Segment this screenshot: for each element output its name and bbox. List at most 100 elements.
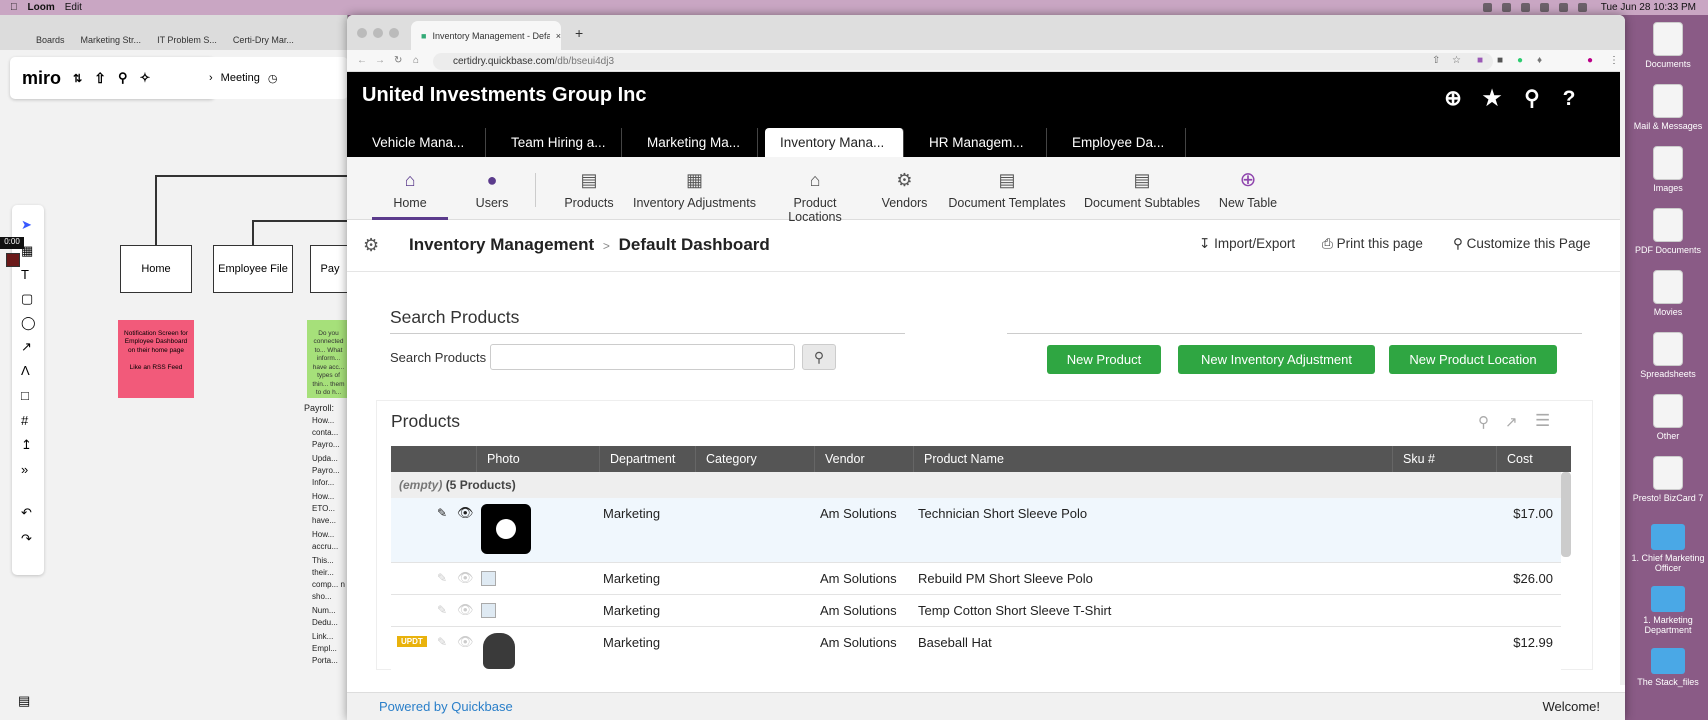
nav-users[interactable]: ● Users — [462, 157, 522, 220]
timer-icon[interactable]: ◷ — [268, 72, 278, 85]
nav-home[interactable]: ⌂ Home — [372, 157, 448, 220]
more-icon[interactable]: » — [21, 462, 28, 477]
edit-pencil-icon[interactable]: ✎ — [437, 635, 447, 649]
edit-pencil-icon[interactable]: ✎ — [437, 603, 447, 617]
nav-document-subtables[interactable]: ▤ Document Subtables — [1082, 157, 1202, 220]
desktop-icon-spreadsheets[interactable]: Spreadsheets — [1628, 332, 1708, 379]
column-header-photo[interactable]: Photo — [477, 446, 600, 472]
sidebar-toggle-icon[interactable]: ▤ — [18, 693, 30, 709]
url-bar[interactable]: certidry.quickbase.com/db/bseui4dj3 — [433, 53, 1493, 70]
miro-sticky-pink[interactable]: Notification Screen for Employee Dashboa… — [118, 320, 194, 398]
search-icon[interactable]: ⚲ — [118, 70, 128, 86]
menu-lines-icon[interactable]: ☰ — [1535, 411, 1550, 431]
desktop-icon-pdf[interactable]: PDF Documents — [1628, 208, 1708, 255]
miro-tab[interactable]: Certi-Dry Mar... — [225, 35, 302, 50]
redo-icon[interactable]: ↷ — [21, 531, 32, 547]
desktop-folder-cmo[interactable]: 1. Chief Marketing Officer — [1628, 518, 1708, 573]
table-scrollbar[interactable] — [1561, 472, 1571, 557]
profile-avatar[interactable]: ● — [1587, 55, 1593, 66]
bookmark-star-icon[interactable]: ☆ — [1452, 55, 1461, 66]
edit-pencil-icon[interactable]: ✎ — [437, 506, 447, 520]
nav-inventory-adjustments[interactable]: ▦ Inventory Adjustments — [632, 157, 757, 220]
undo-icon[interactable]: ↶ — [21, 505, 32, 521]
extension-icon[interactable]: ■ — [1477, 55, 1483, 66]
arrow-icon[interactable]: › — [209, 72, 213, 84]
pen-icon[interactable]: ↗ — [21, 339, 32, 355]
search-submit-button[interactable]: ⚲ — [802, 344, 836, 370]
miro-tab[interactable]: IT Problem S... — [149, 35, 225, 50]
table-row[interactable]: ✎ 👁 Marketing Am Solutions Rebuild PM Sh… — [391, 563, 1561, 595]
chevron-icon[interactable]: ⇅ — [73, 72, 82, 85]
help-icon[interactable]: ? — [1557, 87, 1581, 111]
miro-logo[interactable]: miro — [22, 68, 61, 89]
column-header-vendor[interactable]: Vendor — [815, 446, 914, 472]
customize-page-link[interactable]: ⚲ Customize this Page — [1453, 236, 1590, 252]
app-tab-inventory[interactable]: Inventory Mana... — [765, 128, 904, 157]
new-product-button[interactable]: New Product — [1047, 345, 1161, 374]
desktop-icon-movies[interactable]: Movies — [1628, 270, 1708, 317]
desktop-icon-bizcard[interactable]: Presto! BizCard 7 — [1628, 456, 1708, 503]
table-search-icon[interactable]: ⚲ — [1478, 413, 1489, 431]
app-tab-marketing[interactable]: Marketing Ma... — [622, 128, 758, 157]
product-photo-placeholder[interactable] — [481, 571, 496, 586]
frame-icon[interactable]: # — [21, 413, 28, 428]
page-scrollbar[interactable] — [1620, 70, 1625, 685]
table-row[interactable]: UPDT ✎ 👁 Marketing Am Solutions Baseball… — [391, 627, 1561, 671]
loom-record-button[interactable] — [6, 253, 20, 267]
nav-document-templates[interactable]: ▤ Document Templates — [947, 157, 1067, 220]
draw-icon[interactable]: Λ — [21, 363, 30, 378]
add-circle-icon[interactable]: ⊕ — [1441, 87, 1465, 111]
back-icon[interactable]: ← — [357, 55, 367, 66]
desktop-icon-other[interactable]: Other — [1628, 394, 1708, 441]
status-icon[interactable] — [1482, 3, 1492, 12]
app-tab-hr[interactable]: HR Managem... — [904, 128, 1047, 157]
wifi-icon[interactable] — [1539, 3, 1549, 12]
puzzle-icon[interactable]: ♦ — [1537, 55, 1542, 66]
upload-icon[interactable]: ⇧ — [94, 70, 106, 87]
miro-box-pay[interactable]: Pay — [310, 245, 350, 293]
powered-by-link[interactable]: Powered by Quickbase — [379, 699, 513, 714]
edit-pencil-icon[interactable]: ✎ — [437, 571, 447, 585]
maximize-window-button[interactable] — [389, 28, 399, 38]
view-eye-icon[interactable]: 👁 — [457, 634, 474, 650]
new-tab-button[interactable]: + — [575, 25, 583, 41]
view-eye-icon[interactable]: 👁 — [457, 570, 474, 586]
desktop-icon-documents[interactable]: Documents — [1628, 22, 1708, 69]
miro-tab[interactable]: Marketing Str... — [73, 35, 150, 50]
nav-product-locations[interactable]: ⌂ Product Locations — [765, 157, 865, 224]
table-row[interactable]: ✎ 👁 Marketing Am Solutions Temp Cotton S… — [391, 595, 1561, 627]
upload-icon[interactable]: ↥ — [21, 437, 32, 453]
status-icon[interactable] — [1501, 3, 1511, 12]
search-icon[interactable] — [1577, 3, 1587, 12]
new-product-location-button[interactable]: New Product Location — [1389, 345, 1557, 374]
miro-tab[interactable]: Boards — [28, 35, 73, 50]
view-eye-icon[interactable]: 👁 — [457, 602, 474, 618]
close-window-button[interactable] — [357, 28, 367, 38]
new-inventory-adjustment-button[interactable]: New Inventory Adjustment — [1178, 345, 1375, 374]
desktop-folder-marketing[interactable]: 1. Marketing Department — [1628, 580, 1708, 635]
table-row[interactable]: ✎ 👁 Marketing Am Solutions Technician Sh… — [391, 498, 1561, 563]
desktop-folder-stack[interactable]: The Stack_files — [1628, 642, 1708, 687]
menu-dots-icon[interactable]: ⋮ — [1609, 55, 1619, 66]
breadcrumb-app[interactable]: Inventory Management — [409, 235, 594, 254]
apple-icon[interactable]:  — [10, 2, 18, 13]
settings-gear-icon[interactable]: ⚙ — [363, 235, 379, 256]
menubar-clock[interactable]: Tue Jun 28 10:33 PM — [1601, 2, 1696, 13]
favorites-star-icon[interactable]: ★ — [1480, 87, 1504, 111]
home-icon[interactable]: ⌂ — [413, 55, 419, 66]
forward-icon[interactable]: → — [375, 55, 385, 66]
menu-app[interactable]: Loom — [28, 2, 55, 13]
sticky-icon[interactable]: ▢ — [21, 291, 33, 307]
expand-icon[interactable]: ↗ — [1505, 413, 1518, 431]
close-tab-icon[interactable]: × — [556, 31, 561, 41]
meeting-button[interactable]: Meeting — [221, 72, 260, 84]
share-icon[interactable]: ⇧ — [1432, 55, 1440, 66]
magic-icon[interactable]: ✧ — [140, 70, 151, 86]
extension-icon[interactable]: ● — [1517, 55, 1523, 66]
reload-icon[interactable]: ↻ — [394, 55, 402, 66]
nav-products[interactable]: ▤ Products — [559, 157, 619, 220]
miro-sticky-green[interactable]: Do you connected to... What inform... ha… — [307, 320, 350, 398]
product-photo-hat[interactable] — [483, 633, 515, 669]
miro-box-home[interactable]: Home — [120, 245, 192, 293]
minimize-window-button[interactable] — [373, 28, 383, 38]
